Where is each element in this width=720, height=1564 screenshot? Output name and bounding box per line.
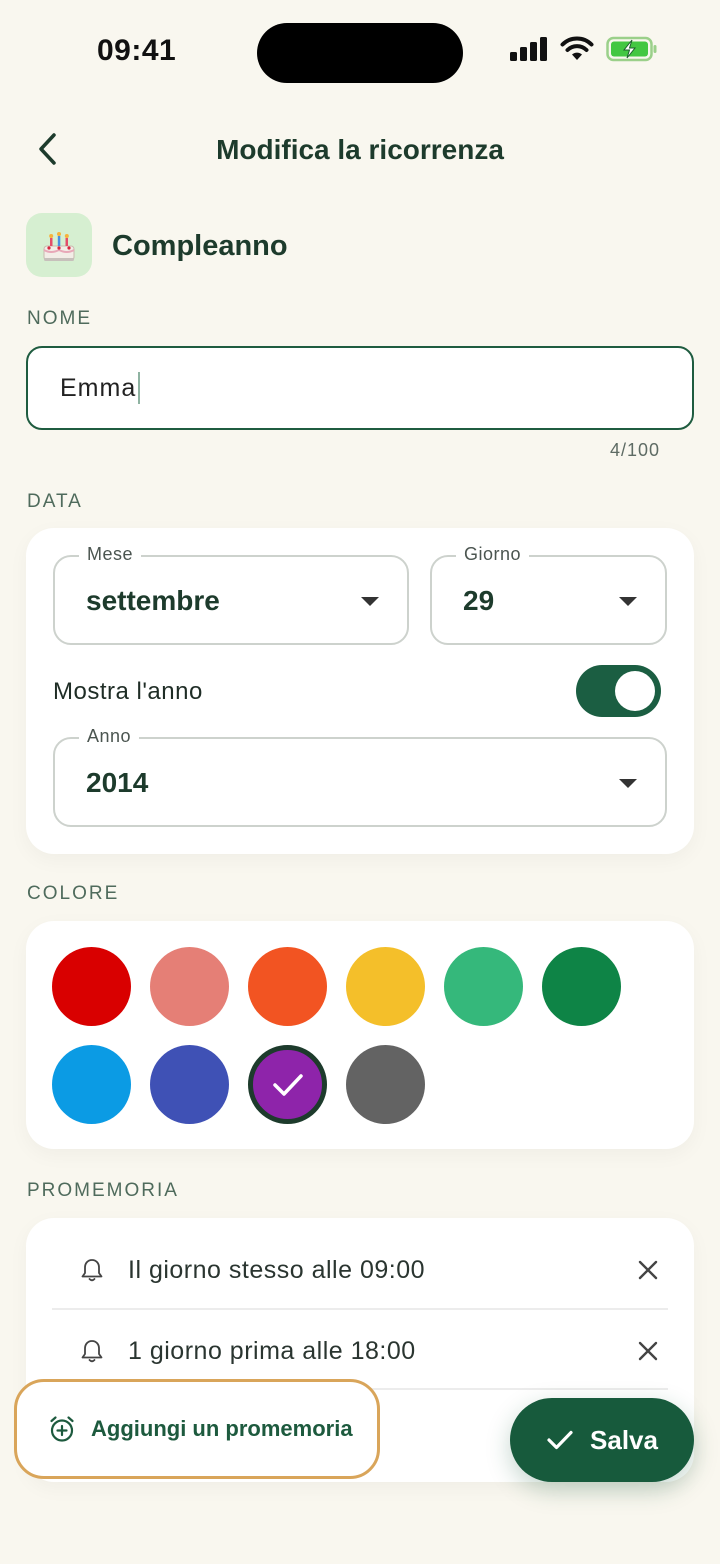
- color-swatch-purple[interactable]: [248, 1045, 327, 1124]
- reminder-item: Il giorno stesso alle 09:00: [52, 1230, 668, 1310]
- remove-reminder-button[interactable]: [628, 1331, 668, 1371]
- name-input[interactable]: Emma: [26, 346, 694, 430]
- status-icons: [510, 36, 658, 62]
- color-swatch-green[interactable]: [542, 947, 621, 1026]
- color-swatch-gray[interactable]: [346, 1045, 425, 1124]
- color-swatch-red[interactable]: [52, 947, 131, 1026]
- char-counter: 4/100: [609, 440, 660, 460]
- year-select-legend: Anno: [79, 726, 140, 747]
- reminder-divider: [52, 1308, 668, 1310]
- color-card: [26, 921, 694, 1149]
- add-reminder-button[interactable]: Aggiungi un promemoria: [14, 1379, 380, 1479]
- color-swatch-indigo[interactable]: [150, 1045, 229, 1124]
- header: Modifica la ricorrenza: [0, 110, 720, 190]
- close-icon: [638, 1341, 658, 1361]
- color-swatch-mint[interactable]: [444, 947, 523, 1026]
- month-select-value: settembre: [86, 585, 220, 616]
- dynamic-island: [257, 23, 463, 83]
- page-title: Modifica la ricorrenza: [216, 134, 504, 165]
- date-card: Mese settembre Giorno 29 Mostra l'anno A…: [26, 528, 694, 854]
- save-button[interactable]: Salva: [510, 1398, 694, 1482]
- toggle-knob: [615, 671, 655, 711]
- battery-charging-icon: [606, 36, 657, 62]
- cellular-signal-icon: [510, 37, 547, 61]
- dropdown-arrow-icon: [619, 779, 637, 788]
- bell-icon: [81, 1340, 103, 1363]
- month-select-legend: Mese: [79, 544, 142, 565]
- year-select-value: 2014: [86, 767, 149, 798]
- month-select[interactable]: Mese settembre: [53, 544, 409, 645]
- day-select[interactable]: Giorno 29: [430, 544, 667, 645]
- reminder-section-label: PROMEMORIA: [27, 1180, 179, 1201]
- category-icon-tile: [26, 213, 92, 277]
- name-input-value: Emma: [60, 373, 137, 402]
- color-swatch-salmon[interactable]: [150, 947, 229, 1026]
- dropdown-arrow-icon: [361, 597, 379, 606]
- reminder-item-text: Il giorno stesso alle 09:00: [128, 1255, 426, 1284]
- status-time: 09:41: [97, 34, 177, 67]
- remove-reminder-button[interactable]: [628, 1250, 668, 1290]
- save-button-label: Salva: [590, 1424, 658, 1455]
- day-select-value: 29: [463, 585, 495, 616]
- checkmark-icon: [547, 1430, 573, 1450]
- color-swatch-sky-blue[interactable]: [52, 1045, 131, 1124]
- show-year-toggle[interactable]: [576, 665, 661, 717]
- checkmark-icon: [272, 1073, 303, 1096]
- name-section-label: NOME: [27, 308, 92, 329]
- date-section-label: DATA: [27, 491, 83, 512]
- close-icon: [638, 1260, 658, 1280]
- show-year-label: Mostra l'anno: [53, 678, 203, 705]
- bell-icon: [81, 1259, 103, 1282]
- alarm-add-icon: [50, 1416, 74, 1442]
- birthday-cake-icon: [43, 232, 75, 261]
- color-swatch-yellow[interactable]: [346, 947, 425, 1026]
- dropdown-arrow-icon: [619, 597, 637, 606]
- color-section-label: COLORE: [27, 883, 120, 904]
- year-select[interactable]: Anno 2014: [53, 726, 667, 827]
- day-select-legend: Giorno: [456, 544, 530, 565]
- add-reminder-label: Aggiungi un promemoria: [91, 1416, 353, 1441]
- color-swatch-orange[interactable]: [248, 947, 327, 1026]
- status-bar: 09:41: [0, 0, 720, 104]
- reminder-item-text: 1 giorno prima alle 18:00: [128, 1336, 416, 1365]
- text-caret: [138, 372, 141, 404]
- wifi-icon: [560, 36, 594, 60]
- category-label: Compleanno: [112, 230, 288, 262]
